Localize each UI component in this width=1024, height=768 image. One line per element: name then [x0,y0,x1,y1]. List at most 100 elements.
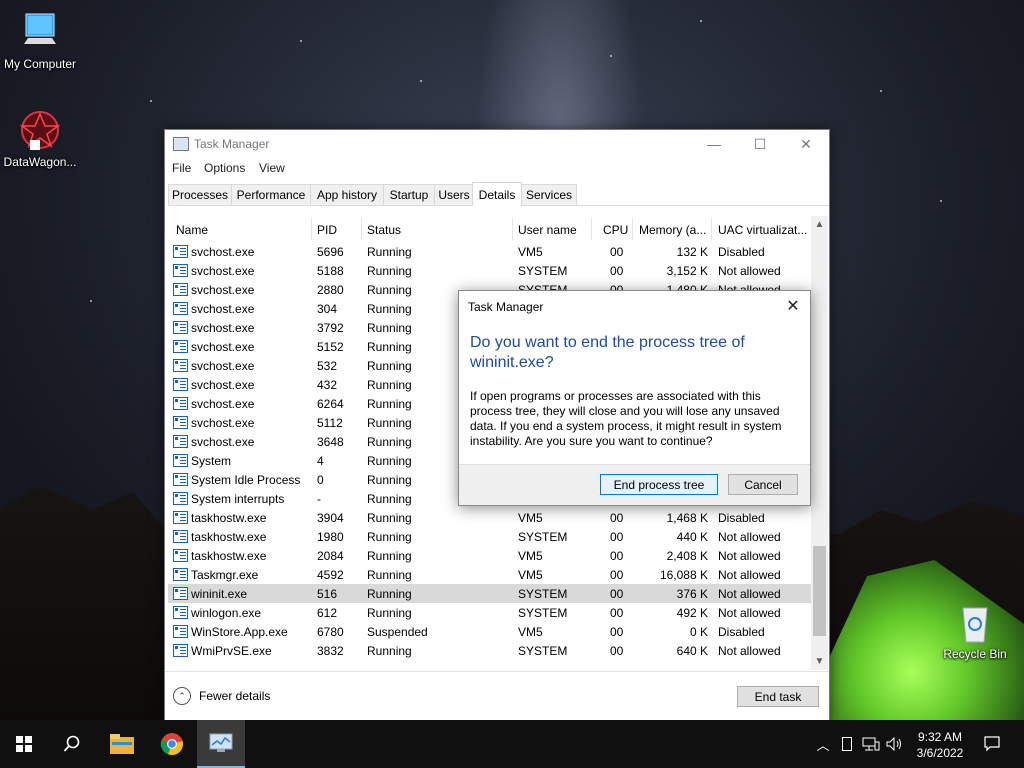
cell-uac-virtualization: Not allowed [718,568,781,582]
tab-services[interactable]: Services [521,184,577,205]
cell-status: Running [367,397,412,411]
dialog-title: Task Manager [468,300,544,314]
maximize-button[interactable]: ☐ [737,130,783,158]
cell-status: Running [367,473,412,487]
end-process-tree-button[interactable]: End process tree [600,474,718,495]
table-row[interactable]: Taskmgr.exe 4592 Running VM5 00 16,088 K Not a… [168,565,811,584]
cell-pid: 6780 [317,625,344,639]
cell-user-name: VM5 [518,568,543,582]
tab-details[interactable]: Details [472,182,522,206]
cell-pid: 304 [317,302,338,316]
task-manager-taskbar-button[interactable] [197,720,245,768]
action-center-button[interactable] [978,720,1006,768]
chevron-up-icon: ︿ [816,737,830,753]
cell-memory: 132 K [676,245,708,259]
cell-name: svchost.exe [191,359,255,373]
column-cpu[interactable]: CPU [603,223,628,237]
close-button[interactable]: ✕ [783,130,829,158]
cell-uac-virtualization: Disabled [718,625,765,639]
cell-name: System Idle Process [191,473,301,487]
cell-cpu: 00 [610,606,624,620]
minimize-icon: — [707,136,721,152]
cell-pid: 5152 [317,340,344,354]
column-status[interactable]: Status [367,223,401,237]
desktop-icon-label: DataWagon... [3,155,77,169]
tab-app-history[interactable]: App history [310,184,384,205]
cell-pid: 2880 [317,283,344,297]
desktop-icon-my-computer[interactable]: My Computer [0,10,80,71]
menu-view[interactable]: View [259,161,285,175]
end-task-button[interactable]: End task [737,686,819,707]
cell-pid: 5188 [317,264,344,278]
tablet-icon[interactable] [838,720,856,768]
column-pid[interactable]: PID [317,223,337,237]
cell-name: taskhostw.exe [191,511,267,525]
scroll-up-icon[interactable]: ▲ [811,216,828,233]
table-row[interactable]: winlogon.exe 612 Running SYSTEM 00 492 K Not a… [168,603,811,622]
cell-cpu: 00 [610,264,624,278]
table-row[interactable]: taskhostw.exe 2084 Running VM5 00 2,408 K Not … [168,546,811,565]
table-row[interactable]: taskhostw.exe 1980 Running SYSTEM 00 440 K Not… [168,527,811,546]
cell-memory: 1,468 K [666,511,708,525]
chrome-button[interactable] [148,720,196,768]
cell-memory: 3,152 K [666,264,708,278]
menu-bar: File Options View [165,158,829,178]
cell-uac-virtualization: Not allowed [718,530,781,544]
tab-processes[interactable]: Processes [168,184,232,205]
process-icon [173,644,188,657]
cell-status: Running [367,321,412,335]
table-row[interactable]: svchost.exe 5188 Running SYSTEM 00 3,152 K Not… [168,261,811,280]
column-memory[interactable]: Memory (a... [639,223,706,237]
table-row[interactable]: WinStore.App.exe 6780 Suspended VM5 00 0 K Dis… [168,622,811,641]
vertical-scrollbar[interactable]: ▲ ▼ [811,216,828,670]
process-icon [173,549,188,562]
scrollbar-thumb[interactable] [813,546,826,636]
menu-file[interactable]: File [172,161,191,175]
file-explorer-icon [110,734,134,754]
cell-memory: 640 K [676,644,708,658]
cell-name: svchost.exe [191,435,255,449]
file-explorer-button[interactable] [98,720,146,768]
cell-name: winlogon.exe [191,606,262,620]
cell-pid: 532 [317,359,338,373]
minimize-button[interactable]: — [691,130,737,158]
table-row[interactable]: taskhostw.exe 3904 Running VM5 00 1,468 K Disa… [168,508,811,527]
fewer-details-button[interactable]: ⌃ Fewer details [173,687,270,705]
tab-performance[interactable]: Performance [231,184,311,205]
table-row[interactable]: svchost.exe 5696 Running VM5 00 132 K Disabled [168,242,811,261]
desktop-icon-label: My Computer [3,57,77,71]
column-user-name[interactable]: User name [518,223,577,237]
desktop-icon-label: Recycle Bin [943,647,1007,661]
network-icon[interactable] [860,720,882,768]
volume-icon[interactable] [884,720,906,768]
table-row[interactable]: wininit.exe 516 Running SYSTEM 00 376 K Not al… [168,584,811,603]
cell-name: wininit.exe [191,587,248,601]
cancel-button[interactable]: Cancel [728,474,798,495]
tab-startup[interactable]: Startup [383,184,435,205]
cell-uac-virtualization: Not allowed [718,587,781,601]
recycle-bin-icon [953,600,997,644]
show-hidden-icons-button[interactable]: ︿ [812,720,834,768]
search-button[interactable] [48,720,96,768]
cell-status: Running [367,435,412,449]
clock-date: 3/6/2022 [916,746,964,760]
table-row[interactable]: WmiPrvSE.exe 3832 Running SYSTEM 00 640 K Not … [168,641,811,660]
cell-pid: 3832 [317,644,344,658]
menu-options[interactable]: Options [204,161,245,175]
desktop-icon-recycle-bin[interactable]: Recycle Bin [935,600,1015,661]
column-name[interactable]: Name [176,223,208,237]
title-bar[interactable]: Task Manager — ☐ ✕ [165,130,829,158]
tab-users[interactable]: Users [434,184,474,205]
desktop-icon-datawagon[interactable]: DataWagon... [0,108,80,169]
dialog-close-button[interactable]: ✕ [782,295,804,317]
chrome-icon [160,733,183,756]
window-title: Task Manager [194,137,270,151]
scroll-down-icon[interactable]: ▼ [811,653,828,670]
process-icon [173,492,188,505]
dialog-heading: Do you want to end the process tree of w… [470,334,745,371]
column-uac-virtualization[interactable]: UAC virtualizat... [718,223,807,237]
system-clock[interactable]: 9:32 AM 3/6/2022 [910,729,970,761]
cell-user-name: SYSTEM [518,587,568,601]
cell-name: Taskmgr.exe [191,568,259,582]
start-button[interactable] [0,720,48,768]
